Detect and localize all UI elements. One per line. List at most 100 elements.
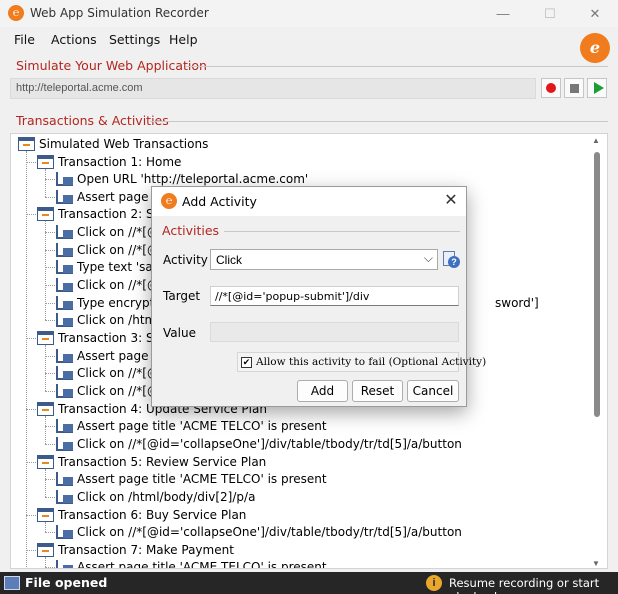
- activity-selected-value: Click: [216, 253, 242, 267]
- url-input[interactable]: http://teleportal.acme.com: [10, 78, 536, 99]
- activity-select[interactable]: Click ⌵: [210, 249, 438, 270]
- tree-connector: [26, 338, 36, 339]
- chevron-down-icon: ⌵: [423, 251, 433, 265]
- tree-connector: [45, 373, 55, 375]
- transactions-section-title: Transactions & Activities: [16, 113, 169, 128]
- activity-label: Click on /html: [77, 313, 160, 328]
- transaction-icon: [37, 207, 54, 222]
- tree-connector: [45, 532, 55, 534]
- title-bar: ℮ Web App Simulation Recorder — ☐ ✕: [0, 0, 618, 27]
- status-bar: File opened i Resume recording or start …: [0, 572, 618, 594]
- scroll-up-icon[interactable]: ▲: [592, 136, 600, 145]
- tree-connector: [45, 415, 46, 444]
- target-label: Target: [163, 289, 201, 303]
- activity-icon: [56, 295, 73, 310]
- dialog-close-icon[interactable]: ✕: [441, 191, 461, 211]
- checkbox-label: Allow this activity to fail (Optional Ac…: [256, 356, 487, 368]
- reset-button[interactable]: Reset: [352, 380, 403, 402]
- activity-label: Assert page title 'ACME TELCO' is presen…: [77, 560, 327, 569]
- group-divider: [224, 231, 460, 232]
- play-button[interactable]: [587, 78, 607, 98]
- activity-label: Assert page title 'ACME TELCO' is presen…: [77, 419, 327, 434]
- activity-icon: [56, 560, 73, 568]
- activity-label: Click on //*[@i: [77, 225, 163, 240]
- stop-button[interactable]: [564, 78, 584, 98]
- root-transactions-icon: [18, 137, 35, 151]
- menu-help[interactable]: Help: [169, 32, 198, 47]
- transaction-label: Transaction 7: Make Payment: [58, 542, 234, 557]
- transaction-label: Transaction 6: Buy Service Plan: [58, 507, 247, 522]
- scroll-down-icon[interactable]: ▼: [592, 559, 600, 568]
- activity-icon: [56, 419, 73, 434]
- activity-icon: [56, 225, 73, 240]
- tree-connector: [45, 285, 55, 287]
- group-divider: [150, 121, 608, 122]
- tree-connector: [45, 479, 55, 481]
- activities-group-title: Activities: [162, 223, 220, 238]
- overflow-text: sword']: [495, 296, 539, 310]
- tree-connector: [45, 249, 55, 251]
- activity-label: Click on //*[@id='collapseOne']/div/tabl…: [77, 436, 462, 451]
- cancel-button[interactable]: Cancel: [407, 380, 459, 402]
- tree-connector: [26, 461, 36, 463]
- activity-icon: [56, 383, 73, 398]
- optional-activity-checkbox[interactable]: ✔ Allow this activity to fail (Optional …: [237, 352, 486, 372]
- activity-icon: [56, 436, 73, 451]
- tree-connector: [26, 549, 36, 551]
- menu-actions[interactable]: Actions: [51, 32, 97, 47]
- tree-connector: [26, 408, 36, 410]
- transaction-label: Transaction 5: Review Service Plan: [58, 454, 267, 469]
- file-status-icon: [4, 576, 20, 590]
- tree-connector: [45, 443, 55, 445]
- activity-label: Activity: [163, 253, 208, 267]
- activity-label: Click on //*[@i: [77, 366, 163, 381]
- checkbox-checked-icon[interactable]: ✔: [241, 357, 252, 368]
- activity-icon: [56, 242, 73, 257]
- dialog-logo-icon: ℮: [161, 193, 177, 209]
- menu-file[interactable]: File: [14, 32, 35, 47]
- transaction-icon: [37, 401, 54, 416]
- tree-connector: [45, 355, 55, 357]
- tree-connector: [45, 390, 55, 392]
- record-icon: [546, 83, 556, 93]
- activity-label: Click on //*[@i: [77, 242, 163, 257]
- transaction-icon: [37, 331, 54, 345]
- activity-label: Click on //*[@id='collapseOne']/div/tabl…: [77, 525, 462, 540]
- target-input[interactable]: //*[@id='popup-submit']/div: [210, 286, 459, 306]
- tree-connector: [45, 168, 46, 197]
- app-logo-icon: ℮: [8, 5, 24, 21]
- transaction-label: Transaction 1: Home: [58, 154, 182, 169]
- maximize-button[interactable]: ☐: [527, 0, 573, 27]
- add-activity-dialog: ℮ Add Activity ✕ Activities Activity Cli…: [151, 186, 486, 407]
- close-button[interactable]: ✕: [572, 0, 618, 27]
- tree-connector: [45, 221, 46, 321]
- help-icon[interactable]: ?: [443, 251, 460, 269]
- activity-icon: [56, 525, 73, 540]
- play-icon: [594, 82, 604, 94]
- menu-bar: File Actions Settings Help: [0, 28, 618, 52]
- value-input: [210, 322, 459, 342]
- tree-connector: [26, 514, 36, 516]
- activity-label: Assert page title 'ACME TELCO' is presen…: [77, 472, 327, 487]
- menu-settings[interactable]: Settings: [109, 32, 160, 47]
- info-icon: i: [426, 575, 442, 591]
- tree-scrollbar[interactable]: [594, 152, 600, 417]
- record-button[interactable]: [541, 78, 561, 98]
- window-title: Web App Simulation Recorder: [30, 6, 209, 20]
- status-right-text: Resume recording or start playback.: [449, 576, 600, 594]
- activity-label: Click on //*[@i: [77, 383, 163, 398]
- tree-connector: [45, 267, 55, 269]
- stop-icon: [570, 84, 579, 93]
- dialog-title-bar: ℮ Add Activity ✕: [152, 187, 466, 216]
- group-divider: [186, 66, 608, 67]
- transaction-icon: [37, 154, 54, 169]
- tree-connector: [45, 345, 46, 391]
- minimize-button[interactable]: —: [480, 0, 526, 27]
- tree-connector: [45, 196, 55, 198]
- activity-icon: [56, 489, 73, 504]
- tree-connector: [45, 567, 55, 568]
- activity-icon: [56, 189, 73, 204]
- activity-icon: [56, 313, 73, 328]
- add-button[interactable]: Add: [297, 380, 348, 402]
- activity-icon: [56, 472, 73, 487]
